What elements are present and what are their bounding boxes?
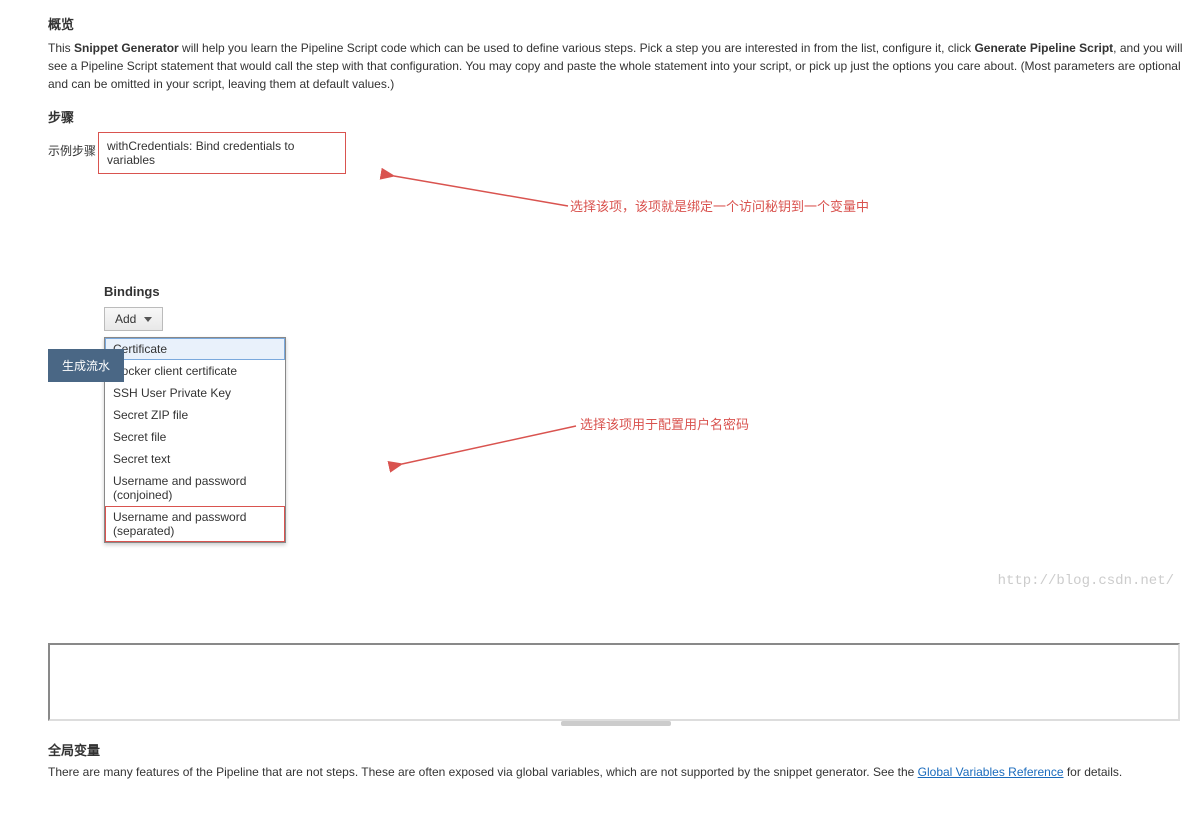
- dropdown-item-userpass-conjoined[interactable]: Username and password (conjoined): [105, 470, 285, 506]
- annotation-text-1: 选择该项，该项就是绑定一个访问秘钥到一个变量中: [570, 196, 869, 215]
- add-button[interactable]: Add: [104, 307, 163, 331]
- bindings-title: Bindings: [104, 284, 1184, 299]
- global-variables-reference-link[interactable]: Global Variables Reference: [918, 765, 1064, 779]
- step-select[interactable]: withCredentials: Bind credentials to var…: [98, 132, 346, 174]
- dropdown-item-userpass-separated[interactable]: Username and password (separated): [105, 506, 285, 542]
- sample-step-label: 示例步骤: [48, 132, 98, 159]
- dropdown-item-docker-cert[interactable]: Docker client certificate: [105, 360, 285, 382]
- annotation-arrow-2: [396, 424, 576, 468]
- globals-description: There are many features of the Pipeline …: [48, 765, 1184, 779]
- overview-title: 概览: [48, 14, 1184, 33]
- overview-description: This Snippet Generator will help you lea…: [48, 39, 1184, 93]
- watermark: http://blog.csdn.net/: [998, 573, 1174, 589]
- bindings-dropdown[interactable]: Certificate Docker client certificate SS…: [104, 337, 286, 543]
- annotation-arrow-1: [388, 174, 568, 214]
- add-button-label: Add: [115, 312, 136, 326]
- steps-title: 步骤: [48, 107, 1184, 126]
- chevron-down-icon: [144, 317, 152, 322]
- globals-title: 全局变量: [48, 740, 1184, 759]
- dropdown-item-secret-zip[interactable]: Secret ZIP file: [105, 404, 285, 426]
- dropdown-item-secret-text[interactable]: Secret text: [105, 448, 285, 470]
- annotation-text-2: 选择该项用于配置用户名密码: [580, 414, 749, 433]
- pipeline-script-output[interactable]: [48, 643, 1180, 721]
- dropdown-item-certificate[interactable]: Certificate: [105, 338, 285, 360]
- dropdown-item-secret-file[interactable]: Secret file: [105, 426, 285, 448]
- dropdown-item-ssh-key[interactable]: SSH User Private Key: [105, 382, 285, 404]
- generate-pipeline-button[interactable]: 生成流水: [48, 349, 124, 382]
- resize-handle-icon[interactable]: [561, 721, 671, 726]
